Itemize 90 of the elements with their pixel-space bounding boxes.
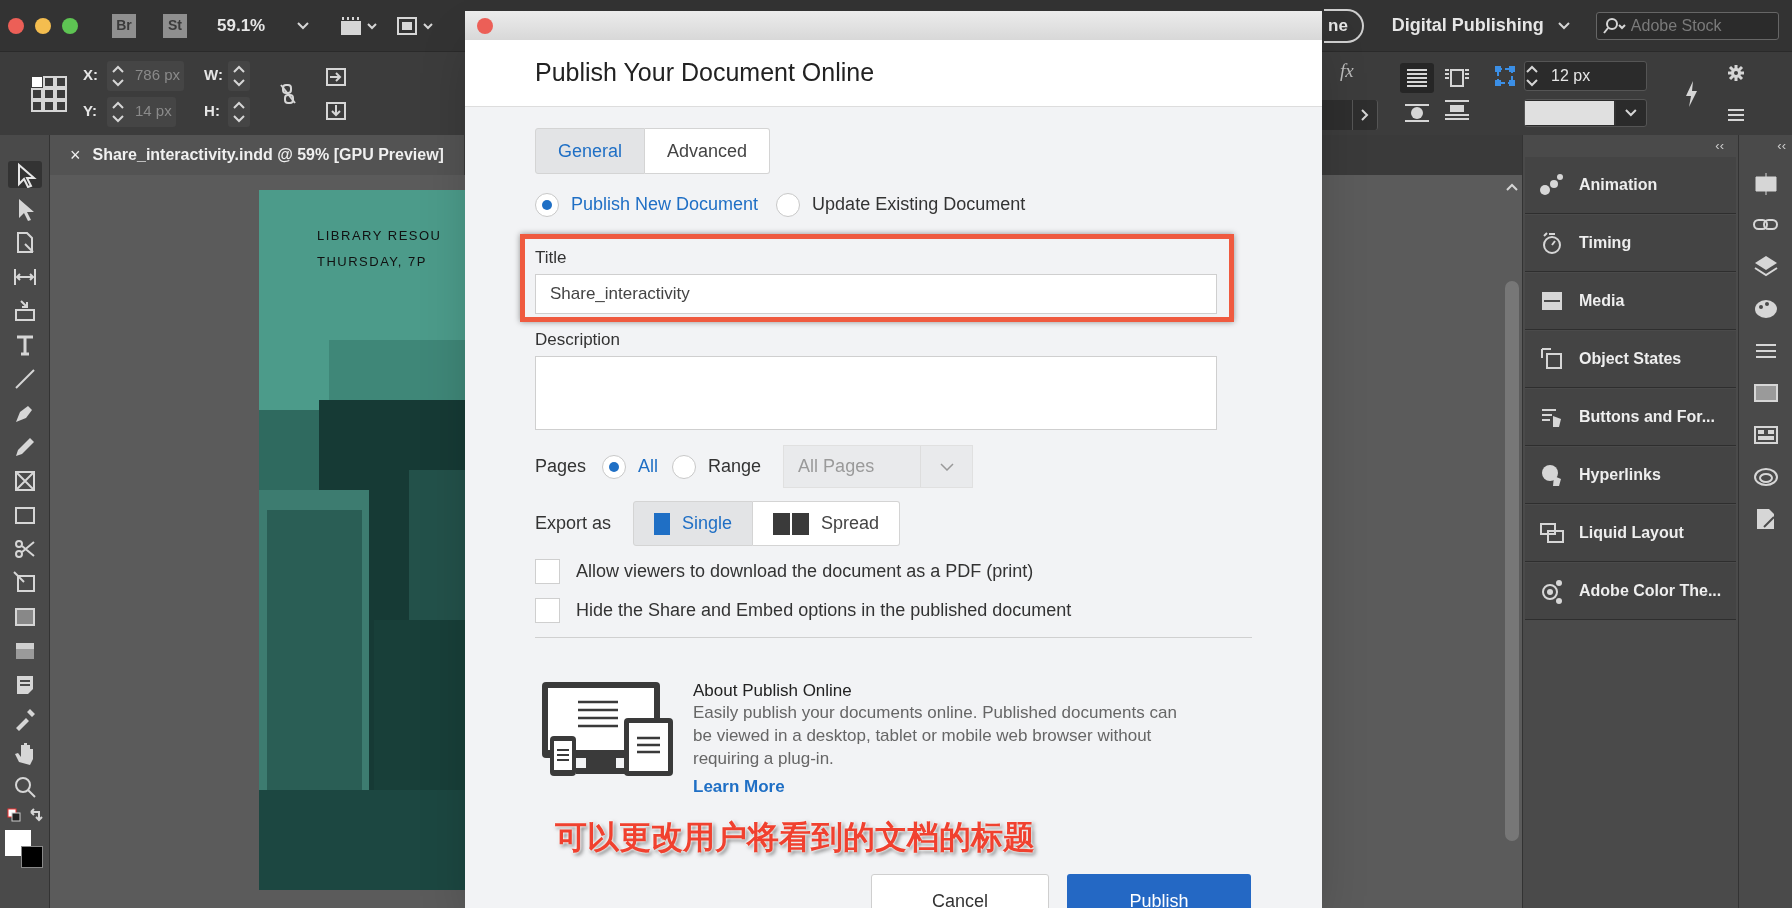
document-tab[interactable]: × Share_interactivity.indd @ 59% [GPU Preview] <box>50 135 464 175</box>
align-bottom-icon[interactable] <box>326 101 347 120</box>
chevron-icon <box>939 462 954 471</box>
align-right-icon[interactable] <box>326 67 347 86</box>
subtitle: 可以更改用户将看到的文档的标题 <box>555 817 1035 858</box>
stroke-style-dropdown[interactable] <box>1524 98 1647 127</box>
radio-label[interactable]: Update Existing Document <box>812 191 1026 218</box>
dialog-tab[interactable]: General <box>535 128 646 174</box>
close-window-button[interactable] <box>8 17 24 34</box>
panel-tab[interactable]: Buttons and For... <box>1525 389 1736 446</box>
radio-button[interactable] <box>602 454 627 479</box>
field-label: Description <box>535 330 622 350</box>
scrollbar-thumb[interactable] <box>1505 281 1519 841</box>
radio-label[interactable]: Range <box>708 453 762 480</box>
radio-button[interactable] <box>672 454 697 479</box>
export-option[interactable]: Spread <box>753 501 901 546</box>
close-dialog-button[interactable] <box>477 17 493 34</box>
field-label: W: <box>204 65 224 86</box>
search-icon <box>1601 17 1626 34</box>
description-field[interactable] <box>535 356 1217 430</box>
title-field[interactable]: Share_interactivity <box>535 274 1217 314</box>
about-heading: About Publish Online <box>693 680 853 701</box>
panel-tab[interactable]: Liquid Layout <box>1525 505 1736 562</box>
document-text: LIBRARY RESOU <box>317 227 442 245</box>
spread-pages-icon <box>773 512 810 535</box>
dialog-tab[interactable]: Advanced <box>645 128 771 174</box>
menu-icon[interactable] <box>1727 108 1745 122</box>
panel-icon <box>1539 172 1565 198</box>
panel-tab[interactable]: Object States <box>1525 331 1736 388</box>
radio-button[interactable] <box>535 192 559 217</box>
lightning-icon[interactable] <box>1683 79 1699 108</box>
panel-tab[interactable]: Timing <box>1525 215 1736 272</box>
screen-mode-icon[interactable] <box>395 14 436 37</box>
panel-tab[interactable]: Adobe Color The... <box>1525 563 1736 620</box>
field-label: X: <box>83 65 99 86</box>
default-colors-icon[interactable] <box>6 808 21 822</box>
chevron-icon <box>1557 21 1570 30</box>
reference-point-icon[interactable] <box>31 75 67 112</box>
frame-corner-icon[interactable] <box>1494 64 1516 87</box>
single-page-icon <box>654 512 670 535</box>
workspace-dropdown[interactable]: Digital Publishing <box>1391 12 1570 39</box>
radio-label[interactable]: All <box>638 453 659 480</box>
fill-stroke-swatch[interactable] <box>4 830 45 870</box>
field-label: Y: <box>83 101 98 122</box>
panel-tab[interactable]: Hyperlinks <box>1525 447 1736 504</box>
chevron-icon <box>297 21 310 30</box>
checkbox[interactable] <box>535 598 560 623</box>
scroll-up-icon[interactable] <box>1506 183 1518 191</box>
panel-icon <box>1539 520 1565 546</box>
effects-button[interactable]: fx <box>1340 57 1354 86</box>
panel-tab[interactable]: Media <box>1525 273 1736 330</box>
learn-more-link[interactable]: Learn More <box>693 774 1198 800</box>
field-label: Export as <box>535 512 613 535</box>
panel-icon <box>1539 346 1565 372</box>
view-options-icon[interactable] <box>339 14 380 37</box>
value-field[interactable] <box>1322 99 1378 130</box>
about-description: Easily publish your documents online. Published documents can be viewed in a desktop, tablet or mobile web browser without requiring a plug-in. <box>693 702 1178 770</box>
minimize-window-button[interactable] <box>35 17 51 34</box>
selection-tool-icon[interactable] <box>7 161 42 188</box>
field-label: H: <box>204 101 221 122</box>
stroke-weight-field[interactable]: 12 px <box>1524 60 1647 91</box>
radio-label[interactable]: Publish New Document <box>571 191 759 218</box>
tab-title: Share_interactivity.indd @ 59% [GPU Preview] <box>92 145 444 165</box>
bridge-button[interactable]: Br <box>112 13 136 38</box>
publish-online-button[interactable]: ne <box>1324 8 1364 43</box>
document-text: THURSDAY, 7P <box>317 252 428 271</box>
jump-object-icon[interactable] <box>1442 97 1472 122</box>
checkbox-label[interactable]: Allow viewers to download the document as a PDF (print) <box>576 558 1034 585</box>
field-label: Pages <box>535 455 587 478</box>
panel-tab[interactable]: Animation <box>1525 157 1736 214</box>
export-option[interactable]: Single <box>633 501 754 546</box>
stock-button[interactable]: St <box>163 13 187 38</box>
unlinked-chain-icon[interactable] <box>278 82 299 105</box>
cancel-button[interactable]: Cancel <box>871 874 1049 908</box>
collapse-panel-button[interactable]: ‹‹ <box>1777 136 1786 156</box>
collapse-panel-button[interactable]: ‹‹ <box>1715 136 1724 156</box>
dialog-title: Publish Your Document Online <box>535 57 875 89</box>
text-wrap-icon[interactable] <box>1400 62 1434 93</box>
close-tab-button[interactable]: × <box>70 141 81 169</box>
radio-button[interactable] <box>776 192 801 217</box>
zoom-window-button[interactable] <box>62 17 78 34</box>
checkbox[interactable] <box>535 559 560 584</box>
stock-search-field[interactable]: Adobe Stock <box>1595 11 1779 40</box>
swap-colors-icon[interactable] <box>28 808 43 822</box>
zoom-level-dropdown[interactable]: 59.1% <box>217 12 310 39</box>
field-label: Title <box>535 248 568 268</box>
checkbox-label[interactable]: Hide the Share and Embed options in the published document <box>576 597 1072 624</box>
panel-icon <box>1539 578 1565 604</box>
settings-icon[interactable] <box>1727 64 1745 82</box>
publish-button[interactable]: Publish <box>1067 874 1251 908</box>
